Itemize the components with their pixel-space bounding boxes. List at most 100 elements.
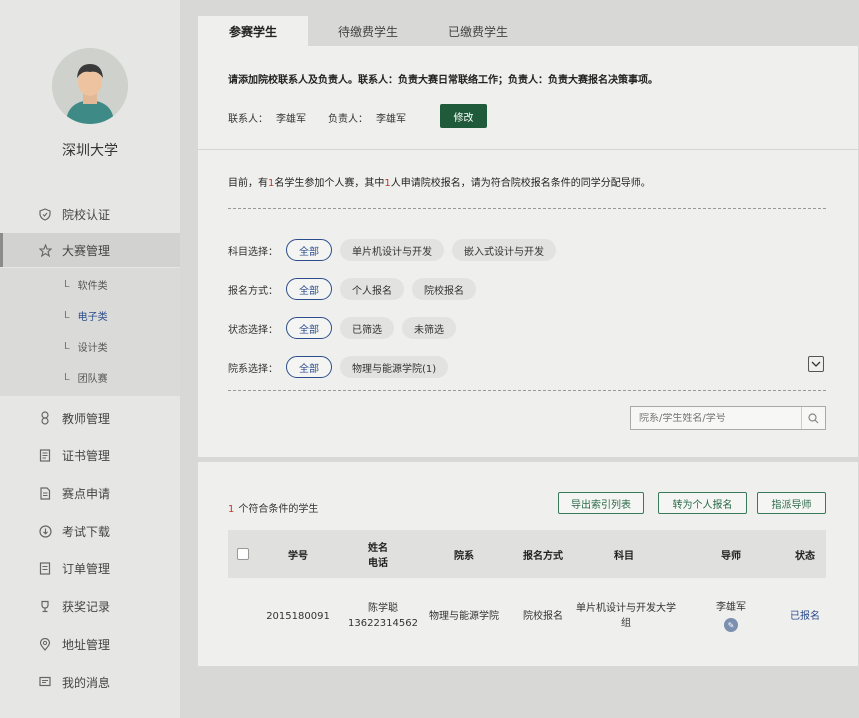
owner-label: 负责人： (328, 114, 368, 125)
nav-label: 证书管理 (62, 448, 111, 463)
nav-label: 大赛管理 (62, 243, 111, 258)
tab-paid[interactable]: 已缴费学生 (428, 16, 528, 46)
col-department: 院系 (454, 550, 474, 562)
contact-name: 李雄军 (276, 114, 306, 125)
nav-item-address-management[interactable]: 地址管理 (0, 627, 180, 661)
chevron-down-icon[interactable] (808, 356, 824, 372)
cell-subject: 单片机设计与开发大学组 (576, 603, 676, 629)
nav-label: 订单管理 (62, 561, 111, 576)
results-panel: 1 个符合条件的学生 导出索引列表 转为个人报名 指派导师 学号 姓名 电话 院系… (198, 462, 858, 666)
result-count: 1 个符合条件的学生 (228, 504, 319, 515)
col-subject: 科目 (614, 550, 634, 562)
filter-chip[interactable]: 物理与能源学院(1) (340, 356, 449, 378)
main-content: 参赛学生 待缴费学生 已缴费学生 请添加院校联系人及负责人。联系人：负责大赛日常… (198, 16, 858, 666)
convert-individual-button[interactable]: 转为个人报名 (658, 492, 747, 514)
nav-label: 我的消息 (62, 675, 111, 690)
assign-mentor-button[interactable]: 指派导师 (757, 492, 826, 514)
trophy-icon (38, 599, 52, 613)
nav-item-venue-application[interactable]: 赛点申请 (0, 476, 180, 510)
star-icon (38, 243, 52, 257)
nav-label: 教师管理 (62, 411, 111, 426)
nav-item-exam-download[interactable]: 考试下载 (0, 514, 180, 548)
sub-item-design[interactable]: L 设计类 (64, 336, 108, 356)
table-row: 2015180091 陈学聪 13622314562 物理与能源学院 院校报名 … (228, 580, 826, 652)
shield-icon (38, 207, 52, 221)
col-name-phone: 姓名 电话 (368, 543, 388, 569)
cell-department: 物理与能源学院 (429, 610, 499, 622)
nav-label: 院校认证 (62, 207, 111, 222)
col-status: 状态 (795, 550, 815, 562)
tab-bar: 参赛学生 待缴费学生 已缴费学生 (198, 16, 858, 46)
contact-notice: 请添加院校联系人及负责人。联系人：负责大赛日常联络工作；负责人：负责大赛报名决策… (228, 75, 658, 86)
nav-item-contest-management[interactable]: 大赛管理 (0, 233, 180, 267)
col-mentor: 导师 (721, 550, 741, 562)
filter-subject: 科目选择： 全部 单片机设计与开发 嵌入式设计与开发 (228, 238, 564, 262)
edit-mentor-icon[interactable]: ✎ (724, 618, 738, 632)
info-summary: 目前，有1名学生参加个人赛，其中1人申请院校报名，请为符合院校报名条件的同学分配… (228, 178, 651, 189)
filter-chip-all[interactable]: 全部 (286, 278, 332, 300)
download-icon (38, 524, 52, 538)
owner-name: 李雄军 (376, 114, 406, 125)
col-student-id: 学号 (288, 550, 308, 562)
contact-label: 联系人： (228, 114, 268, 125)
sidebar: 深圳大学 院校认证 大赛管理 L 软件类 L 电子类 L 设计类 L 团队赛 教… (0, 0, 180, 718)
nav-item-order-management[interactable]: 订单管理 (0, 551, 180, 585)
nav-label: 赛点申请 (62, 486, 111, 501)
filter-registration-method: 报名方式： 全部 个人报名 院校报名 (228, 277, 484, 301)
sub-item-team[interactable]: L 团队赛 (64, 367, 108, 387)
school-name: 深圳大学 (62, 143, 118, 159)
avatar (52, 48, 128, 124)
search-icon[interactable] (801, 407, 825, 429)
tab-participating-students[interactable]: 参赛学生 (198, 16, 308, 46)
nav-item-my-messages[interactable]: 我的消息 (0, 665, 180, 699)
filter-chip[interactable]: 单片机设计与开发 (340, 239, 444, 261)
submenu-contest: L 软件类 L 电子类 L 设计类 L 团队赛 (0, 268, 180, 396)
cell-method: 院校报名 (523, 610, 563, 622)
nav-label: 考试下载 (62, 524, 111, 539)
filter-chip[interactable]: 院校报名 (412, 278, 476, 300)
certificate-icon (38, 448, 52, 462)
nav-item-school-certification[interactable]: 院校认证 (0, 197, 180, 231)
filter-panel: 目前，有1名学生参加个人赛，其中1人申请院校报名，请为符合院校报名条件的同学分配… (198, 149, 858, 457)
contact-panel: 请添加院校联系人及负责人。联系人：负责大赛日常联络工作；负责人：负责大赛报名决策… (198, 46, 858, 149)
filter-chip[interactable]: 个人报名 (340, 278, 404, 300)
location-icon (38, 637, 52, 651)
filter-chip[interactable]: 未筛选 (402, 317, 456, 339)
search-input[interactable] (631, 412, 801, 424)
nav-item-certificate-management[interactable]: 证书管理 (0, 438, 180, 472)
nav-label: 获奖记录 (62, 599, 111, 614)
avatar-image (52, 48, 128, 124)
cell-student-id: 2015180091 (266, 610, 330, 622)
student-phone: 13622314562 (348, 618, 418, 629)
order-icon (38, 561, 52, 575)
filter-chip[interactable]: 已筛选 (340, 317, 394, 339)
filter-chip-all[interactable]: 全部 (286, 317, 332, 339)
tab-pending-payment[interactable]: 待缴费学生 (308, 16, 428, 46)
divider (228, 208, 826, 209)
select-all-checkbox[interactable] (228, 530, 258, 578)
filter-status: 状态选择： 全部 已筛选 未筛选 (228, 316, 464, 340)
nav-item-award-records[interactable]: 获奖记录 (0, 589, 180, 623)
filter-department: 院系选择： 全部 物理与能源学院(1) (228, 355, 456, 379)
export-index-button[interactable]: 导出索引列表 (558, 492, 644, 514)
table-header: 学号 姓名 电话 院系 报名方式 科目 导师 状态 (228, 530, 826, 578)
filter-chip-all[interactable]: 全部 (286, 356, 332, 378)
nav-label: 地址管理 (62, 637, 111, 652)
teacher-icon (38, 411, 52, 425)
cell-name-phone: 陈学聪 13622314562 (338, 580, 428, 652)
divider (228, 390, 826, 391)
student-name: 陈学聪 (368, 603, 398, 614)
edit-contact-button[interactable]: 修改 (440, 104, 487, 128)
cell-status: 已报名 (790, 610, 820, 622)
search-box (630, 406, 826, 430)
cell-mentor: 李雄军 ✎ (676, 580, 786, 652)
sub-item-electronics[interactable]: L 电子类 (64, 305, 108, 325)
filter-chip-all[interactable]: 全部 (286, 239, 332, 261)
document-icon (38, 486, 52, 500)
nav-item-teacher-management[interactable]: 教师管理 (0, 401, 180, 435)
mentor-name: 李雄军 (716, 602, 746, 613)
filter-chip[interactable]: 嵌入式设计与开发 (452, 239, 556, 261)
sub-item-software[interactable]: L 软件类 (64, 274, 108, 294)
col-method: 报名方式 (523, 550, 563, 562)
message-icon (38, 675, 52, 689)
